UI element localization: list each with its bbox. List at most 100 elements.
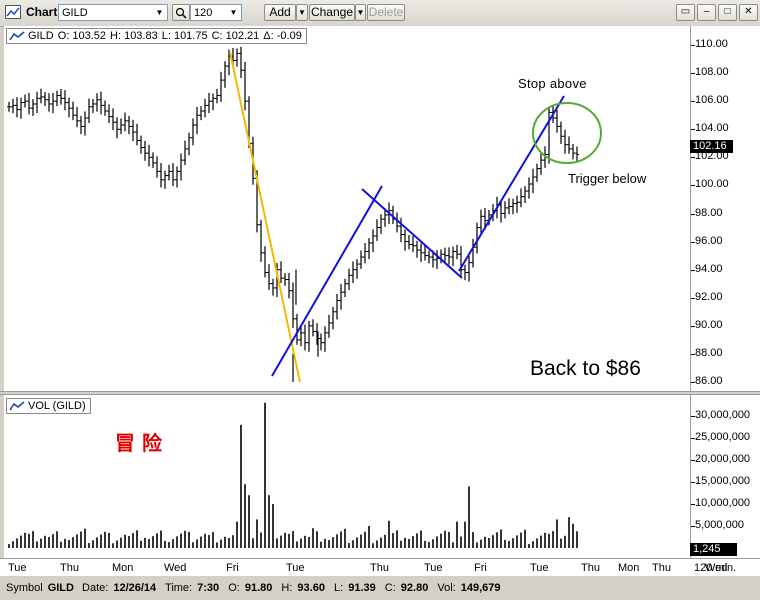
price-series-icon: [9, 31, 25, 41]
change-button[interactable]: Change: [309, 4, 355, 21]
price-bar: [7, 101, 11, 112]
price-bar: [283, 273, 287, 286]
price-bar: [183, 140, 187, 166]
price-bar: [451, 246, 455, 267]
price-panel[interactable]: [4, 26, 690, 391]
time-tick-label: Tue: [530, 562, 549, 574]
price-bar: [107, 104, 111, 123]
special-menu-icon[interactable]: ▭: [676, 4, 695, 21]
volume-last-marker: 1,245: [690, 543, 737, 556]
price-bar: [143, 140, 147, 161]
price-bar: [419, 243, 423, 262]
price-chart[interactable]: [4, 26, 690, 391]
price-bar: [347, 268, 351, 291]
price-bar: [403, 229, 407, 251]
highlight-circle[interactable]: [532, 102, 602, 164]
price-bar: [147, 144, 151, 167]
price-bar: [91, 99, 95, 114]
symbol-input[interactable]: [59, 5, 154, 20]
volume-tick-label: 15,000,000: [695, 475, 751, 487]
volume-chart[interactable]: [4, 395, 690, 558]
interval-combobox[interactable]: ▼: [190, 4, 242, 21]
delete-button[interactable]: Delete: [367, 4, 405, 21]
volume-axis: 30,000,000 25,000,000 20,000,000 15,000,000…: [690, 395, 760, 558]
volume-tick-label: 20,000,000: [695, 453, 751, 465]
price-bar: [115, 117, 119, 139]
price-bar: [375, 219, 379, 241]
add-button[interactable]: Add: [264, 4, 296, 21]
change-dropdown-icon[interactable]: ▼: [355, 4, 366, 21]
steep-trend-line[interactable]: [229, 51, 301, 383]
price-bar: [447, 247, 451, 265]
price-bar: [259, 219, 263, 262]
price-bar: [471, 238, 475, 268]
status-low: 91.39: [348, 582, 376, 594]
status-symbol-label: Symbol: [6, 582, 43, 594]
volume-tick-label: 25,000,000: [695, 431, 751, 443]
time-tick-label: Thu: [652, 562, 671, 574]
price-bar: [119, 118, 123, 135]
price-bar: [539, 153, 543, 175]
price-bar: [191, 118, 195, 146]
time-tick-label: Tue: [286, 562, 305, 574]
price-bar: [163, 170, 167, 189]
close-icon[interactable]: ✕: [739, 4, 758, 21]
price-bar: [151, 152, 155, 168]
price-bar: [171, 163, 175, 187]
price-bar: [263, 246, 267, 278]
price-bar: [271, 278, 275, 296]
price-bar: [575, 146, 579, 163]
status-close-label: C:: [384, 582, 396, 594]
time-tick-label: Thu: [370, 562, 389, 574]
price-bar: [455, 244, 459, 260]
interval-label: 120 min.: [694, 562, 737, 574]
up-trend-line-2[interactable]: [458, 95, 565, 272]
price-tick-label: 96.00: [695, 234, 723, 247]
price-bar: [303, 324, 307, 351]
volume-series-icon: [9, 401, 25, 411]
status-symbol: GILD: [47, 582, 74, 594]
status-open-label: O:: [228, 582, 240, 594]
price-bar: [23, 94, 27, 108]
symbol-lookup-button[interactable]: [172, 4, 190, 21]
price-bar: [111, 108, 115, 130]
price-bar: [443, 247, 447, 262]
minimize-icon[interactable]: –: [697, 4, 716, 21]
price-bar: [207, 92, 211, 114]
price-bar: [407, 234, 411, 250]
price-bar: [427, 250, 431, 264]
price-bar: [187, 132, 191, 156]
chevron-down-icon[interactable]: ▼: [153, 6, 166, 19]
trigger-below-annotation: Trigger below: [568, 171, 647, 186]
price-bar: [19, 97, 23, 119]
time-axis: Tue Thu Mon Wed Fri Tue Thu Tue Fri Tue Thu Mon Thu W…: [0, 558, 760, 576]
price-bar: [63, 90, 67, 111]
price-bar: [359, 250, 363, 269]
price-bar: [235, 48, 239, 67]
add-dropdown-icon[interactable]: ▼: [296, 4, 308, 21]
status-time: 7:30: [197, 582, 220, 594]
price-tick-label: 92.00: [695, 290, 723, 303]
price-bar: [331, 306, 335, 330]
price-bar: [31, 99, 35, 116]
interval-input[interactable]: [191, 5, 230, 20]
price-bar: [371, 229, 375, 253]
maximize-icon[interactable]: □: [718, 4, 737, 21]
ohlc-legend: GILD O: 103.52 H: 103.83 L: 101.75 C: 10…: [6, 28, 307, 44]
price-bar: [155, 156, 159, 178]
price-bar: [291, 282, 295, 328]
price-bar: [167, 164, 171, 181]
price-bar: [75, 106, 79, 128]
price-bar: [563, 129, 567, 154]
price-bar: [203, 98, 207, 118]
symbol-combobox[interactable]: ▼: [58, 4, 168, 21]
status-time-label: Time:: [165, 582, 193, 594]
volume-panel[interactable]: [4, 395, 690, 558]
price-bar: [103, 100, 107, 116]
price-bar: [307, 320, 311, 352]
price-bar: [267, 264, 271, 291]
price-tick-label: 100.00: [695, 178, 729, 191]
chevron-down-icon[interactable]: ▼: [227, 6, 240, 19]
price-bar: [279, 261, 283, 284]
price-bar: [335, 293, 339, 320]
